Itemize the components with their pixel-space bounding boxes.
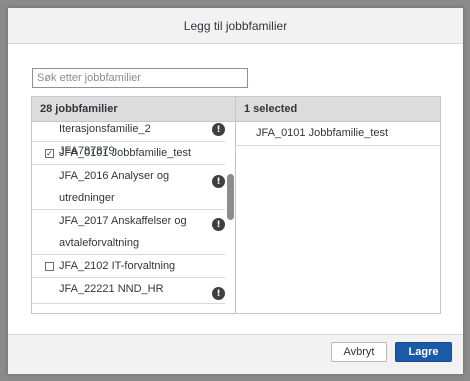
search-input[interactable] [32, 68, 248, 88]
scrollbar[interactable] [225, 122, 235, 313]
selected-item[interactable]: JFA_0101 Jobbfamilie_test [236, 122, 440, 146]
warning-icon: ! [212, 287, 225, 300]
list-item[interactable]: ✓ JFA_0101 Jobbfamilie_test [32, 142, 225, 165]
add-job-families-dialog: Legg til jobbfamilier 28 jobbfamilier 1 … [8, 8, 463, 374]
warning-icon: ! [212, 218, 225, 231]
cancel-button[interactable]: Avbryt [331, 342, 387, 362]
list-item[interactable]: JFA_2017 Anskaffelser og avtaleforvaltni… [32, 210, 225, 255]
selected-list: JFA_0101 Jobbfamilie_test [236, 122, 440, 313]
selection-panel: 28 jobbfamilier 1 selected Iterasjonsfam… [31, 96, 441, 314]
list-item-label-line2: utredninger [59, 192, 115, 204]
list-item-label: JFA_2102 IT-forvaltning [59, 260, 176, 272]
dialog-footer: Avbryt Lagre [8, 334, 463, 374]
dialog-header: Legg til jobbfamilier [8, 8, 463, 44]
warning-icon: ! [212, 175, 225, 188]
list-item-label: JFA_22221 NND_HR [59, 283, 164, 295]
list-item-label: JFA_2016 Analyser og [59, 170, 170, 182]
list-item[interactable]: JFA_2016 Analyser og utredninger ! [32, 165, 225, 210]
dialog-title: Legg til jobbfamilier [183, 18, 288, 33]
list-item[interactable]: Iterasjonsfamilie_2 JFA787879 ! [32, 122, 225, 157]
selected-count-label: 1 selected [244, 103, 298, 115]
scrollbar-thumb[interactable] [227, 174, 234, 220]
save-button[interactable]: Lagre [395, 342, 452, 362]
selected-column-header: 1 selected [235, 97, 440, 122]
list-item-label: JFA_0101 Jobbfamilie_test [59, 147, 192, 159]
list-item-label-line2: avtaleforvaltning [59, 237, 140, 249]
list-item-label: JFA_2017 Anskaffelser og [59, 215, 187, 227]
list-item[interactable]: JFA_22221 NND_HR ! [32, 278, 225, 304]
list-item[interactable]: JFA_2102 IT-forvaltning [32, 255, 225, 278]
available-list: Iterasjonsfamilie_2 JFA787879 ! ✓ JFA_01… [32, 122, 235, 313]
selected-item-label: JFA_0101 Jobbfamilie_test [256, 127, 389, 139]
checkbox-checked[interactable]: ✓ [45, 149, 54, 158]
available-column-header: 28 jobbfamilier [32, 97, 235, 122]
checkbox-unchecked[interactable] [45, 262, 54, 271]
warning-icon: ! [212, 123, 225, 136]
available-count-label: 28 jobbfamilier [40, 103, 118, 115]
